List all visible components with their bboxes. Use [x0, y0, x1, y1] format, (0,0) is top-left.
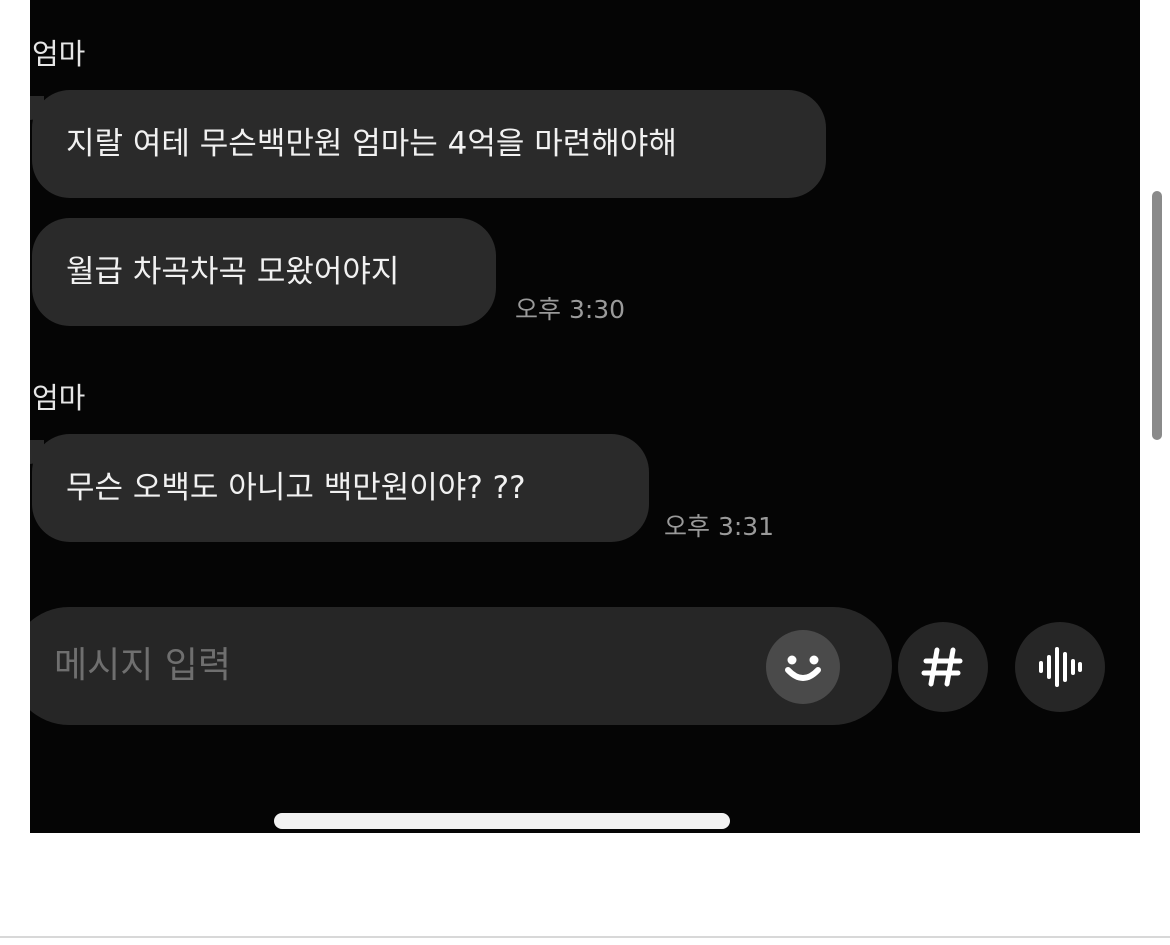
bubble-tail — [30, 96, 44, 120]
message-bubble[interactable]: 무슨 오백도 아니고 백만원이야? ?? — [30, 434, 649, 542]
sender-name: 엄마 — [32, 381, 86, 415]
divider — [0, 936, 1170, 938]
message-timestamp: 오후 3:31 — [664, 512, 775, 541]
emoji-button[interactable] — [766, 630, 840, 704]
voice-waveform-icon — [1039, 647, 1082, 687]
message-input-placeholder: 메시지 입력 — [54, 645, 232, 686]
message-bubble[interactable]: 월급 차곡차곡 모왔어야지 — [32, 218, 496, 326]
message-timestamp: 오후 3:30 — [515, 295, 626, 324]
message-text: 지랄 여테 무슨백만원 엄마는 4억을 마련해야해 — [66, 126, 677, 162]
chat-screen: 엄마 지랄 여테 무슨백만원 엄마는 4억을 마련해야해 월급 차곡차곡 모왔어… — [30, 0, 1140, 833]
hashtag-button[interactable] — [898, 622, 988, 712]
bubble-tail — [30, 440, 44, 464]
voice-button[interactable] — [1015, 622, 1105, 712]
message-bubble[interactable]: 지랄 여테 무슨백만원 엄마는 4억을 마련해야해 — [30, 90, 826, 198]
home-indicator[interactable] — [274, 813, 730, 829]
sender-name: 엄마 — [32, 37, 86, 71]
hashtag-icon — [921, 647, 963, 687]
scrollbar[interactable] — [1152, 191, 1162, 440]
message-text: 월급 차곡차곡 모왔어야지 — [66, 254, 400, 290]
message-input[interactable]: 메시지 입력 — [30, 607, 892, 725]
emoji-smile-icon — [785, 655, 821, 681]
message-text: 무슨 오백도 아니고 백만원이야? ?? — [66, 470, 526, 506]
